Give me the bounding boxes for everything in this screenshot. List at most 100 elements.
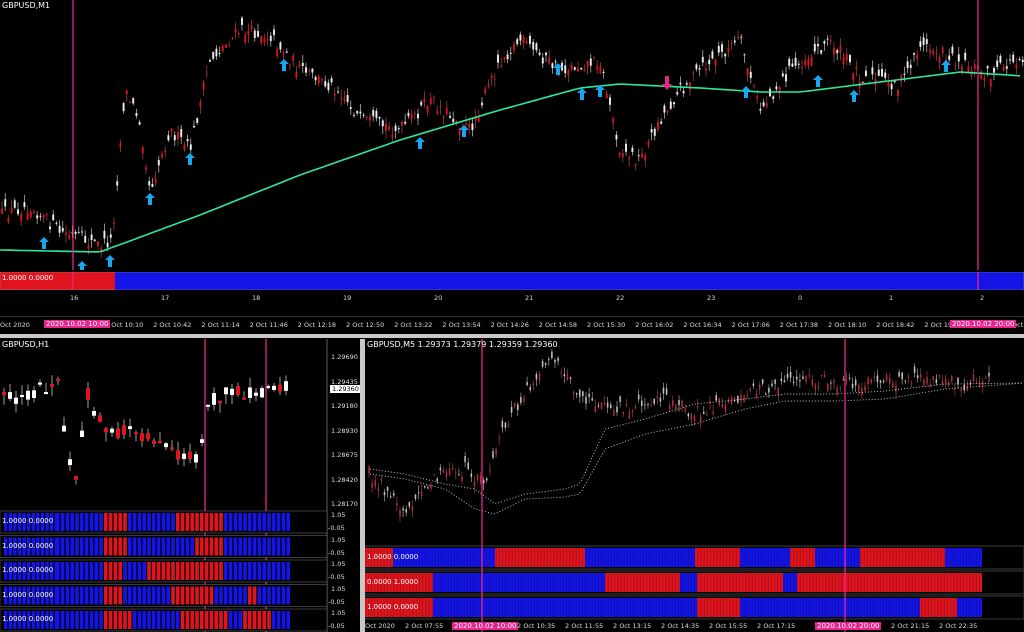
- candle-body: [898, 372, 900, 377]
- candle-body: [1002, 66, 1005, 72]
- indicator-bar: [281, 562, 286, 580]
- candle-body: [619, 396, 621, 402]
- candle-body: [948, 55, 951, 60]
- candle-body: [551, 351, 553, 359]
- candle-body: [855, 67, 858, 70]
- indicator-bar: [272, 586, 276, 605]
- candle-body: [889, 378, 891, 384]
- indicator-scale-bottom: -0.05: [328, 573, 345, 581]
- candle-body: [973, 64, 976, 70]
- indicator-bar: [118, 537, 122, 556]
- candle-body: [724, 405, 727, 412]
- top-price-chart[interactable]: [0, 0, 1024, 270]
- candle-body: [775, 86, 778, 90]
- candle-body: [90, 234, 93, 240]
- indicator-bar: [281, 513, 286, 531]
- candle-body: [448, 468, 451, 475]
- left-price-chart[interactable]: [0, 339, 360, 632]
- indicator-bar: [233, 537, 238, 556]
- candle-body: [378, 117, 381, 119]
- indicator-bar: [176, 562, 180, 580]
- candle-body: [471, 123, 474, 131]
- window-divider[interactable]: [0, 334, 1024, 338]
- candle-body: [86, 388, 90, 400]
- candle-body: [375, 110, 378, 119]
- candle-body: [442, 116, 445, 118]
- candle-body: [356, 110, 359, 114]
- time-tick: Oct 2020: [0, 321, 30, 329]
- time-tick: 2 Oct 11:14: [201, 321, 240, 329]
- candle-body: [279, 42, 282, 50]
- candle-body: [631, 147, 634, 153]
- candle-body: [650, 129, 653, 133]
- time-tick: 2 Oct 15:55: [709, 622, 748, 630]
- candle-body: [804, 60, 807, 66]
- indicator-values: 1.0000 0.0000: [2, 517, 54, 525]
- indicator-bar: [228, 537, 233, 556]
- indicator-bar: [142, 537, 146, 556]
- candle-body: [663, 105, 666, 113]
- indicator-bar: [171, 586, 175, 605]
- indicator-bar: [65, 537, 70, 556]
- candle-body: [381, 120, 384, 127]
- candle-body: [668, 405, 671, 410]
- candle-body: [669, 101, 672, 109]
- candle-body: [785, 74, 787, 82]
- candle-body: [206, 404, 210, 407]
- indicator-values: 1.0000 0.0000: [2, 590, 54, 599]
- indicator-bar: [118, 513, 122, 531]
- candle-body: [690, 414, 693, 420]
- indicator-bar: [286, 513, 290, 531]
- indicator-bar: [166, 586, 170, 605]
- candle-body: [759, 108, 762, 111]
- candle-body: [402, 508, 404, 511]
- hour-tick: 23: [707, 294, 716, 302]
- candle-body: [104, 428, 108, 433]
- candle-body: [225, 44, 227, 48]
- candle-body: [23, 202, 26, 208]
- top-chart-pane[interactable]: GBPUSD,M1: [0, 0, 1024, 270]
- candle-body: [433, 97, 435, 99]
- candle-body: [445, 471, 448, 478]
- candle-body: [641, 153, 643, 158]
- candle-body: [173, 135, 176, 141]
- candle-body: [808, 374, 810, 376]
- indicator-scale-bottom: -0.05: [328, 548, 345, 557]
- time-tick: 2 Oct 10:42: [153, 321, 192, 329]
- candle-body: [679, 82, 682, 85]
- candle-body: [394, 125, 397, 131]
- candle-body: [589, 58, 592, 66]
- indicator-bar: [80, 586, 84, 605]
- left-chart-pane[interactable]: GBPUSD,H1 1.29690 1.29435 1.29180 1.28930 1.…: [0, 339, 360, 632]
- candle-body: [196, 118, 199, 123]
- candle-body: [737, 36, 739, 39]
- candle-body: [616, 406, 618, 413]
- candle-body: [500, 65, 503, 67]
- candle-body: [573, 67, 576, 70]
- indicator-bar: [75, 586, 79, 605]
- indicator-bar: [286, 562, 290, 580]
- candle-body: [957, 54, 960, 62]
- candle-body: [473, 481, 476, 487]
- right-price-chart[interactable]: [365, 339, 1024, 632]
- candle-body: [675, 405, 677, 409]
- candle-body: [612, 118, 615, 124]
- indicator-bar: [104, 537, 108, 556]
- top-time-tag-left: 2020.10.02 10:00: [44, 320, 111, 328]
- indicator-bar: [209, 562, 214, 580]
- candle-body: [253, 30, 256, 38]
- indicator-bar: [166, 537, 170, 556]
- candle-body: [792, 381, 795, 383]
- candle-body: [665, 388, 668, 395]
- indicator-bar: [920, 598, 957, 617]
- candle-body: [606, 402, 609, 408]
- indicator-bar: [108, 537, 113, 556]
- candle-body: [647, 141, 650, 146]
- candle-body: [588, 393, 590, 397]
- indicator-bar: [142, 513, 146, 531]
- right-chart-pane[interactable]: GBPUSD,M5 1.29373 1.29379 1.29359 1.2936…: [365, 339, 1024, 632]
- top-indicator-pane[interactable]: 1.0000 0.0000: [0, 272, 1024, 290]
- candle-body: [827, 383, 829, 391]
- candle-body: [879, 380, 882, 383]
- candle-body: [188, 451, 192, 459]
